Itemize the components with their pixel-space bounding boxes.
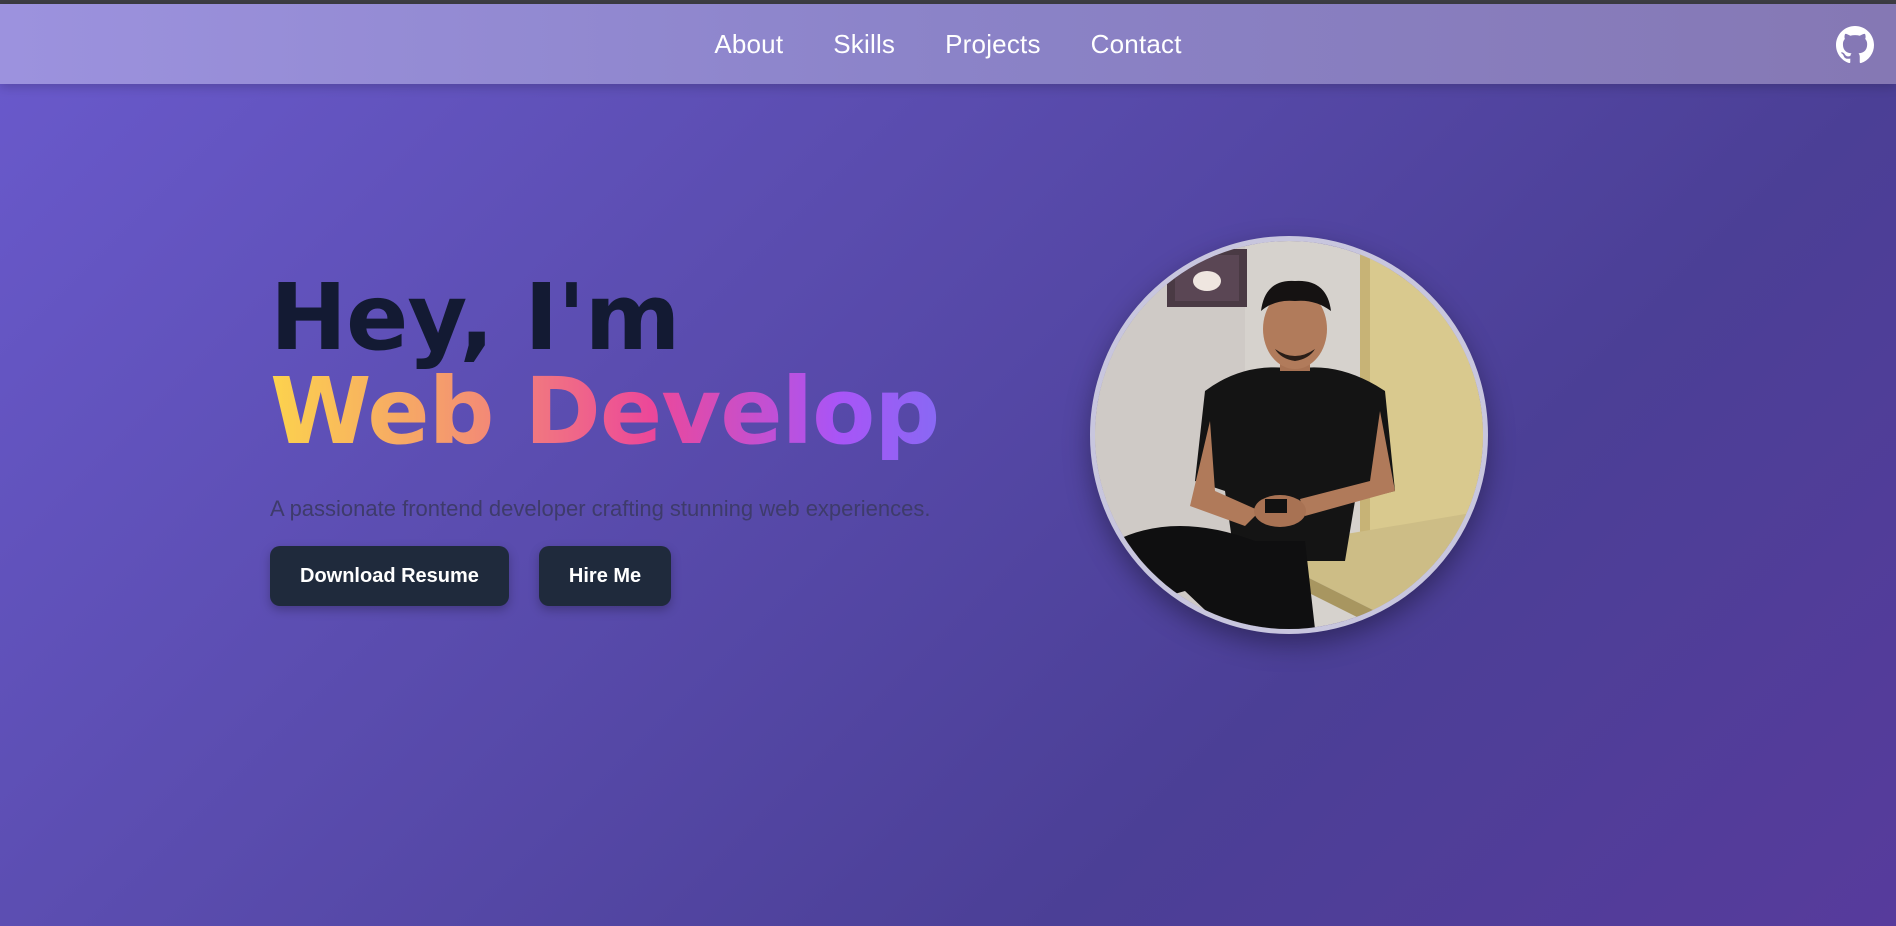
hero-greeting: Hey, I'm — [270, 264, 680, 371]
nav-links: About Skills Projects Contact — [0, 4, 1896, 84]
nav-link-projects[interactable]: Projects — [945, 29, 1041, 60]
profile-photo — [1090, 236, 1488, 634]
hero-role-typewriter: Web Develop — [270, 364, 1030, 460]
nav-link-skills[interactable]: Skills — [833, 29, 895, 60]
hero-section: Hey, I'm Web Develop A passionate fronte… — [270, 272, 1030, 606]
hero-tagline: A passionate frontend developer crafting… — [270, 496, 931, 521]
hero-buttons: Download Resume Hire Me — [270, 546, 1030, 606]
download-resume-button[interactable]: Download Resume — [270, 546, 509, 606]
hire-me-button[interactable]: Hire Me — [538, 546, 672, 606]
nav-link-contact[interactable]: Contact — [1091, 29, 1182, 60]
nav-link-about[interactable]: About — [714, 29, 783, 60]
github-link[interactable] — [1836, 26, 1874, 64]
navbar: About Skills Projects Contact — [0, 4, 1896, 84]
profile-photo-image — [1095, 241, 1483, 629]
github-icon — [1836, 26, 1874, 64]
